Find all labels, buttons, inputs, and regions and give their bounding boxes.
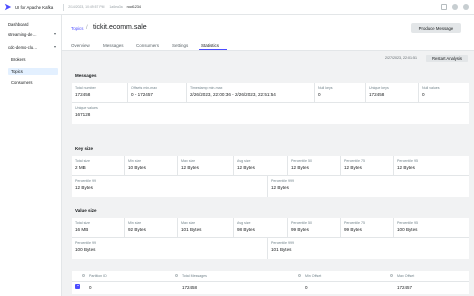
sidebar: Dashboard streaming-de… cdc-demo-clu… Br… (0, 15, 62, 296)
sidebar-item-consumers[interactable]: Consumers (8, 79, 58, 86)
chevron-down-icon (54, 33, 56, 35)
tab-overview[interactable]: Overview (71, 43, 90, 48)
column-header[interactable]: Min Offset (305, 274, 321, 278)
tab-messages[interactable]: Messages (103, 43, 124, 48)
main-content: Topics / tickit.ecomm.sale Produce Messa… (62, 15, 474, 296)
stat-key-avg-size: Avg size 12 Bytes (237, 159, 255, 170)
sort-icon[interactable] (175, 274, 178, 277)
tab-settings[interactable]: Settings (172, 43, 188, 48)
stat-value-max-size: Max size 101 Bytes (181, 221, 202, 232)
commit-hash[interactable]: 1a6ea3a (109, 5, 122, 9)
top-bar: UI for Apache Kafka 2/14/2023, 10:49:57 … (0, 0, 474, 15)
stat-value-p99: Percentile 99 100 Bytes (75, 241, 96, 252)
divider (63, 3, 65, 11)
stat-key-p50: Percentile 50 12 Bytes (291, 159, 312, 170)
stat-null-keys: Null keys 0 (318, 86, 333, 97)
stat-value-p50: Percentile 50 99 Bytes (291, 221, 312, 232)
messages-stats: Total number 172458 Offsets min-max 0 - 17… (72, 83, 469, 124)
table-cell: 0 (89, 285, 92, 290)
restart-analysis-button[interactable]: Restart Analysis (426, 55, 468, 62)
stat-value-p95: Percentile 95 100 Bytes (397, 221, 418, 232)
tab-consumers[interactable]: Consumers (136, 43, 159, 48)
sidebar-item-label: Consumers (11, 80, 33, 85)
stat-key-p99: Percentile 99 12 Bytes (75, 179, 96, 190)
produce-message-button[interactable]: Produce Message (411, 23, 461, 33)
stat-value-total-size: Total size 16 MB (75, 221, 90, 232)
discord-icon[interactable] (452, 4, 458, 10)
username[interactable]: root1234 (127, 5, 141, 9)
top-actions (441, 4, 469, 10)
stat-offsets: Offsets min-max 0 - 172457 (131, 86, 158, 97)
stat-total-number: Total number 172458 (75, 86, 96, 97)
page-title: tickit.ecomm.sale (93, 24, 147, 31)
user-icon[interactable] (441, 4, 447, 10)
sidebar-item-label: Dashboard (8, 22, 29, 27)
sidebar-item-dashboard[interactable]: Dashboard (5, 21, 58, 28)
sidebar-item-brokers[interactable]: Brokers (8, 56, 58, 63)
stat-key-total-size: Total size 2 MB (75, 159, 90, 170)
stat-value-p999: Percentile 999 101 Bytes (271, 241, 294, 252)
github-icon[interactable] (463, 4, 469, 10)
stat-key-p75: Percentile 75 12 Bytes (344, 159, 365, 170)
chevron-down-icon (54, 46, 56, 48)
column-header[interactable]: Total Messages (182, 274, 207, 278)
section-title-key-size: Key size (75, 146, 94, 151)
sidebar-item-label: Brokers (11, 57, 26, 62)
sidebar-item-label: streaming-de… (8, 32, 37, 37)
stat-key-max-size: Max size 12 Bytes (181, 159, 199, 170)
key-size-stats: Total size 2 MB Min size 10 Bytes Max size… (72, 156, 469, 197)
stat-value-p75: Percentile 75 99 Bytes (344, 221, 365, 232)
tab-statistics[interactable]: Statistics (201, 43, 219, 48)
table-cell: 172458 (182, 285, 198, 290)
section-title-value-size: Value size (75, 208, 97, 213)
value-size-stats: Total size 16 MB Min size 92 Bytes Max siz… (72, 218, 469, 259)
active-tab-indicator (199, 49, 227, 50)
stat-unique-values: Unique values 167128 (75, 106, 98, 117)
breadcrumb-topics[interactable]: Topics (71, 26, 83, 31)
sort-icon[interactable] (298, 274, 301, 277)
sidebar-item-label: Topics (11, 69, 23, 74)
breadcrumb-separator: / (86, 25, 88, 31)
kafka-logo-icon[interactable] (4, 3, 12, 11)
sidebar-cluster-cdc-demo[interactable]: cdc-demo-clu… (5, 44, 58, 51)
section-title-messages: Messages (75, 73, 97, 78)
stat-timestamp: Timestamp min-max 2/26/2023, 22:00:36 - 2… (190, 86, 276, 97)
statistics-panel: 2/27/2023, 22:01:51 Restart Analysis Mes… (62, 51, 474, 296)
sort-icon[interactable] (82, 274, 85, 277)
sidebar-item-topics[interactable]: Topics (8, 68, 58, 75)
expand-row-icon[interactable] (75, 284, 80, 289)
stat-key-min-size: Min size 10 Bytes (128, 159, 146, 170)
stat-unique-keys: Unique keys 172458 (369, 86, 389, 97)
stat-key-p95: Percentile 95 12 Bytes (397, 159, 418, 170)
topic-tabs: Overview Messages Consumers Settings Sta… (62, 40, 474, 51)
partitions-table: Partition ID Total Messages Min Offset M… (72, 271, 469, 294)
app-title[interactable]: UI for Apache Kafka (15, 5, 53, 10)
stat-key-p999: Percentile 999 12 Bytes (271, 179, 294, 190)
stat-value-avg-size: Avg size 98 Bytes (237, 221, 255, 232)
sort-icon[interactable] (390, 274, 393, 277)
column-header[interactable]: Max Offset (397, 274, 414, 278)
stat-value-min-size: Min size 92 Bytes (128, 221, 146, 232)
sidebar-item-label: cdc-demo-clu… (8, 45, 38, 50)
table-cell: 0 (305, 285, 308, 290)
column-header[interactable]: Partition ID (89, 274, 107, 278)
analysis-date: 2/27/2023, 22:01:51 (385, 56, 417, 60)
sidebar-cluster-streaming[interactable]: streaming-de… (5, 31, 58, 38)
build-date: 2/14/2023, 10:49:57 PM (68, 5, 105, 9)
table-cell: 172457 (397, 285, 413, 290)
stat-null-values: Null values 0 (422, 86, 440, 97)
